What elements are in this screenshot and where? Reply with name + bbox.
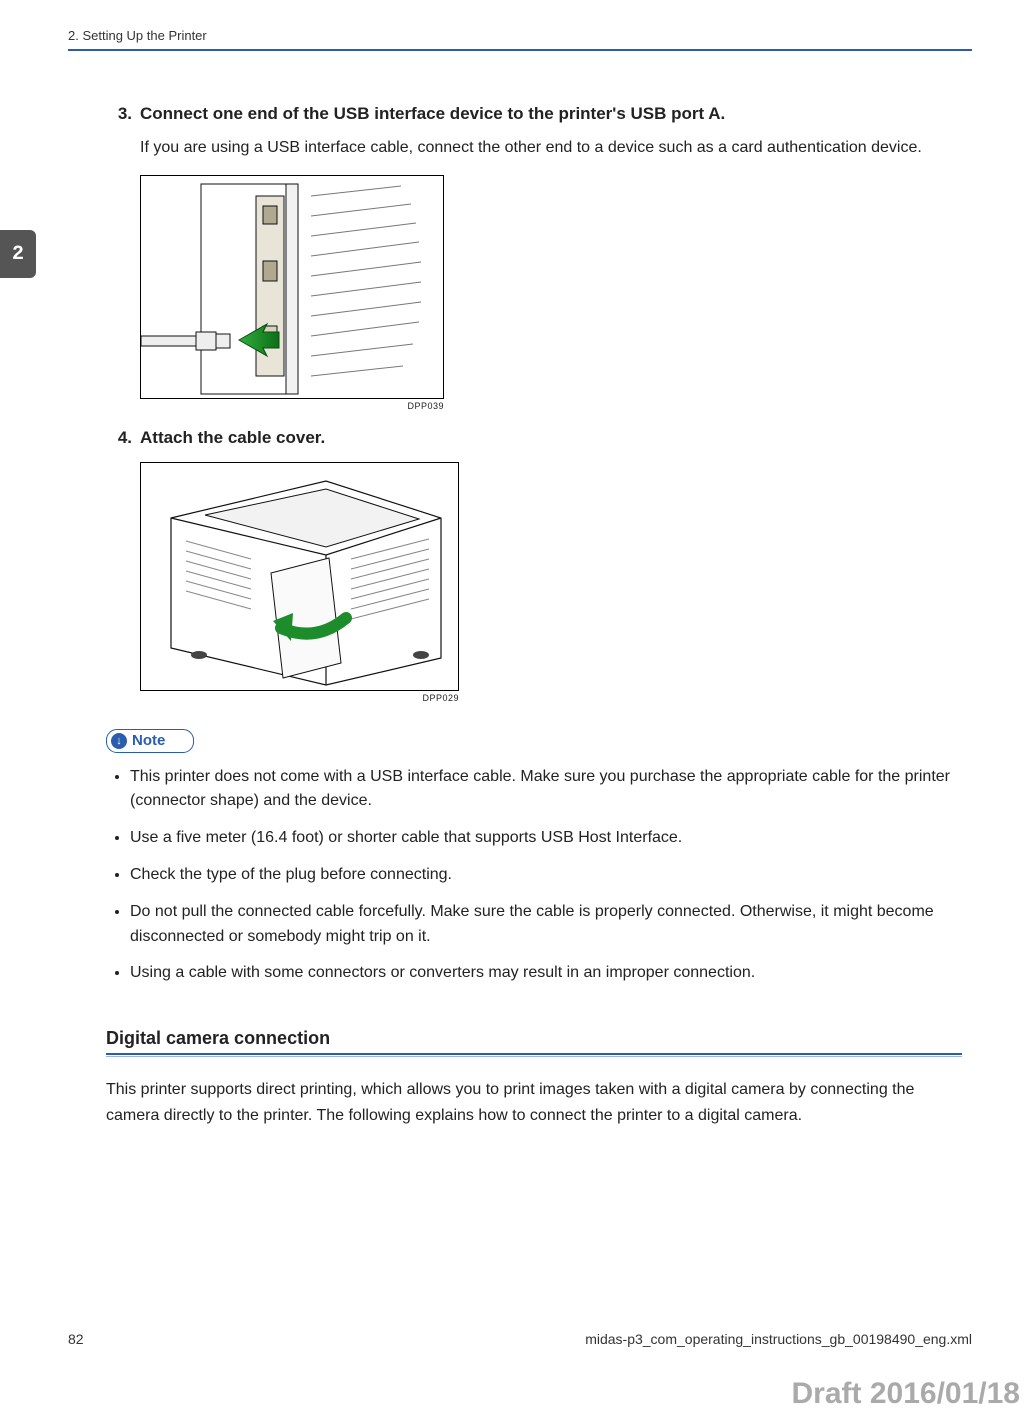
main-content: 3. Connect one end of the USB interface … [68, 103, 972, 1128]
step-number: 3. [106, 104, 140, 124]
page-footer: 82 midas-p3_com_operating_instructions_g… [68, 1331, 972, 1347]
step-number: 4. [106, 428, 140, 448]
step-description: If you are using a USB interface cable, … [140, 136, 962, 161]
figure-caption: DPP029 [140, 693, 461, 703]
figure-usb-port: DPP039 [140, 175, 962, 411]
section-body: This printer supports direct printing, w… [106, 1077, 962, 1128]
section-rule [106, 1053, 962, 1057]
source-filename: midas-p3_com_operating_instructions_gb_0… [585, 1331, 972, 1347]
list-item: Use a five meter (16.4 foot) or shorter … [130, 826, 962, 851]
step-heading: Attach the cable cover. [140, 427, 325, 450]
note-list: This printer does not come with a USB in… [106, 765, 962, 987]
list-item: Do not pull the connected cable forceful… [130, 900, 962, 950]
step-item: 4. Attach the cable cover. [106, 427, 962, 703]
list-item: Using a cable with some connectors or co… [130, 961, 962, 986]
list-item: Check the type of the plug before connec… [130, 863, 962, 888]
figure-cable-cover: DPP029 [140, 462, 962, 703]
arrow-down-icon: ↓ [111, 733, 127, 749]
page-number: 82 [68, 1331, 84, 1347]
header-rule [68, 49, 972, 51]
list-item: This printer does not come with a USB in… [130, 765, 962, 815]
draft-watermark: Draft 2016/01/18 [792, 1377, 1021, 1411]
section-heading: Digital camera connection [106, 1028, 962, 1049]
step-list: 3. Connect one end of the USB interface … [106, 103, 962, 703]
step-item: 3. Connect one end of the USB interface … [106, 103, 962, 411]
step-heading: Connect one end of the USB interface dev… [140, 103, 725, 126]
chapter-tab: 2 [0, 230, 36, 278]
running-header: 2. Setting Up the Printer [68, 28, 972, 49]
note-badge: ↓ Note [106, 729, 194, 753]
figure-caption: DPP039 [140, 401, 446, 411]
note-label: Note [132, 732, 165, 749]
